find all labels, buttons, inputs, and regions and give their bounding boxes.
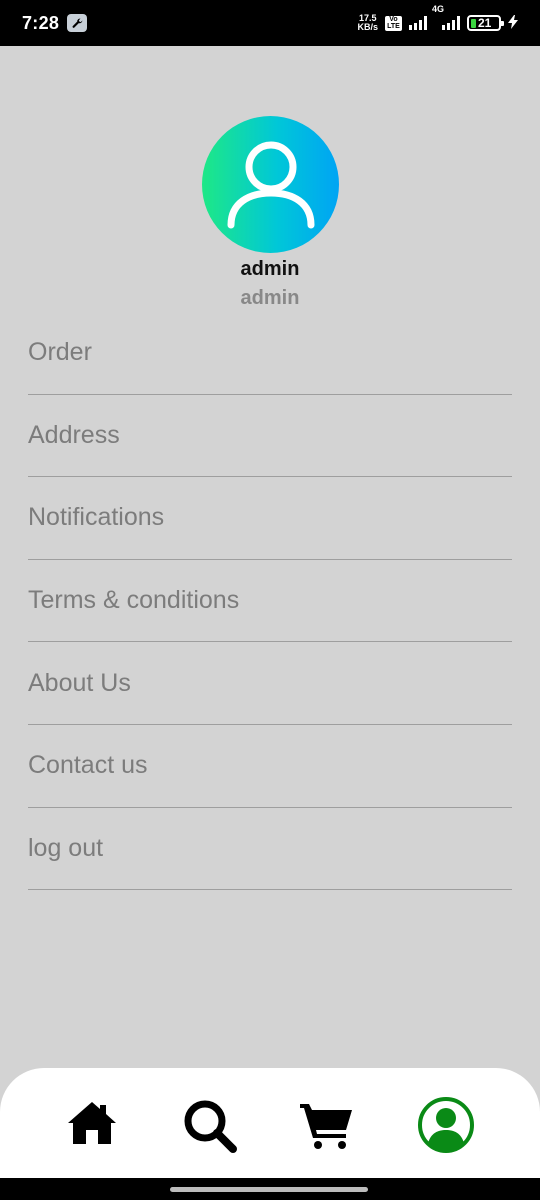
menu-item-terms[interactable]: Terms & conditions <box>28 560 512 643</box>
cart-icon <box>300 1104 352 1149</box>
nav-profile-button[interactable] <box>417 1096 475 1154</box>
bottom-nav <box>0 1068 540 1178</box>
menu-item-address[interactable]: Address <box>28 395 512 478</box>
volte-top: Vo <box>389 16 398 23</box>
menu-item-order[interactable]: Order <box>28 312 512 395</box>
profile-menu: Order Address Notifications Terms & cond… <box>28 312 512 891</box>
status-left: 7:28 <box>22 12 88 34</box>
wrench-icon <box>67 14 88 32</box>
profile-name: admin <box>240 258 300 280</box>
home-gesture-handle[interactable] <box>170 1187 368 1192</box>
signal-icon <box>409 16 427 30</box>
battery-icon: 21 <box>467 15 504 31</box>
profile-icon <box>418 1097 474 1153</box>
home-icon <box>68 1102 116 1144</box>
user-icon <box>227 141 314 228</box>
profile-subtitle: admin <box>240 287 300 309</box>
status-right: 17.5 KB/s Vo LTE 4G 21 <box>357 4 518 32</box>
speed-unit: KB/s <box>357 22 378 32</box>
volte-bottom: LTE <box>387 23 400 30</box>
system-gesture-bar <box>0 1178 540 1200</box>
nav-cart-button[interactable] <box>298 1100 354 1150</box>
menu-item-contact-us[interactable]: Contact us <box>28 725 512 808</box>
menu-item-about-us[interactable]: About Us <box>28 642 512 725</box>
battery-level: 21 <box>478 16 492 30</box>
nav-search-button[interactable] <box>182 1098 238 1154</box>
charging-icon <box>508 14 518 32</box>
status-time: 7:28 <box>22 12 60 33</box>
volte-badge: Vo LTE <box>385 15 402 31</box>
network-type: 4G <box>432 4 445 14</box>
signal-4g-icon: 4G <box>432 4 460 30</box>
network-speed: 17.5 KB/s <box>357 14 378 32</box>
battery-fill <box>471 18 476 28</box>
avatar[interactable] <box>202 116 339 253</box>
search-icon <box>184 1100 237 1153</box>
profile-screen: 7:28 17.5 KB/s Vo LTE 4G 21 admin admin … <box>0 0 540 1200</box>
status-bar: 7:28 17.5 KB/s Vo LTE 4G 21 <box>0 0 540 46</box>
menu-item-log-out[interactable]: log out <box>28 808 512 891</box>
menu-item-notifications[interactable]: Notifications <box>28 477 512 560</box>
nav-home-button[interactable] <box>66 1100 118 1146</box>
